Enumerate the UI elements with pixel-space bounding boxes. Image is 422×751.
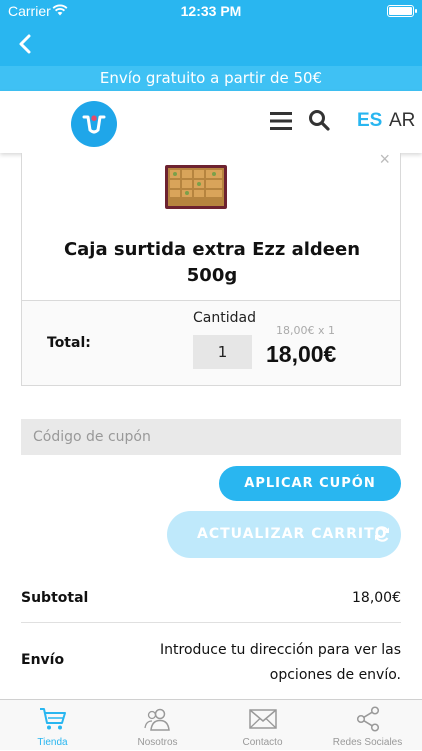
back-arrow-icon[interactable] [12,30,40,58]
coupon-code-input[interactable]: Código de cupón [21,419,401,455]
site-header: ES AR [0,91,422,153]
shipping-row: Envío Introduce tu dirección para ver la… [21,624,401,699]
tab-redes-sociales[interactable]: Redes Sociales [315,700,420,751]
free-shipping-banner: Envío gratuito a partir de 50€ [0,66,422,91]
product-name[interactable]: Caja surtida extra Ezz aldeen 500g [42,237,382,289]
quantity-input[interactable]: 1 [193,335,252,369]
shipping-label: Envío [21,652,65,668]
status-bar: Carrier 12:33 PM [0,0,422,22]
tab-bar: Tienda Nosotros Contacto Redes Sociales [0,699,422,750]
logo-cart-icon [82,115,106,134]
quantity-label: Cantidad [193,310,256,326]
share-icon [356,706,380,732]
tab-redes-sociales-label: Redes Sociales [332,737,403,748]
shipping-info: Introduce tu dirección para ver las opci… [151,638,401,688]
tab-nosotros[interactable]: Nosotros [105,700,210,751]
menu-icon[interactable] [270,111,292,131]
mail-icon [249,709,277,729]
refresh-icon [374,526,390,542]
remove-item-icon[interactable]: × [379,149,390,170]
tab-tienda-label: Tienda [37,737,68,748]
unit-price: 18,00€ x 1 [276,324,335,337]
quantity-section: Total: Cantidad 1 18,00€ x 1 18,00€ [22,301,400,385]
language-ar-link[interactable]: AR [389,110,415,132]
product-image[interactable] [164,162,228,212]
apply-coupon-button[interactable]: APLICAR CUPÓN [219,466,401,501]
subtotal-label: Subtotal [21,590,89,606]
clock: 12:33 PM [180,3,242,19]
search-icon[interactable] [308,109,330,131]
tab-tienda[interactable]: Tienda [0,700,105,751]
navigation-bar [0,22,422,66]
tab-contacto[interactable]: Contacto [210,700,315,751]
subtotal-value: 18,00€ [352,590,401,606]
subtotal-row: Subtotal 18,00€ [21,578,401,623]
shipping-info-line1: Introduce tu dirección para ver las [160,642,401,658]
shipping-info-line2: opciones de envío. [269,667,401,683]
language-es-link[interactable]: ES [357,110,382,132]
tab-nosotros-label: Nosotros [137,737,178,748]
battery-icon [387,5,417,17]
cart-item-card: × Caja surtida extra Ezz aldeen 500g Tot… [21,149,401,386]
users-icon [144,708,170,731]
tab-contacto-label: Contacto [242,737,283,748]
product-name-line2: 500g [186,265,238,286]
update-cart-button[interactable]: ACTUALIZAR CARRITO [167,511,401,558]
cart-icon [40,708,66,730]
total-label: Total: [47,335,91,351]
update-cart-label: ACTUALIZAR CARRITO [197,526,388,542]
store-logo[interactable] [71,101,117,147]
line-total: 18,00€ [266,341,337,367]
product-name-line1: Caja surtida extra Ezz aldeen [63,239,361,260]
